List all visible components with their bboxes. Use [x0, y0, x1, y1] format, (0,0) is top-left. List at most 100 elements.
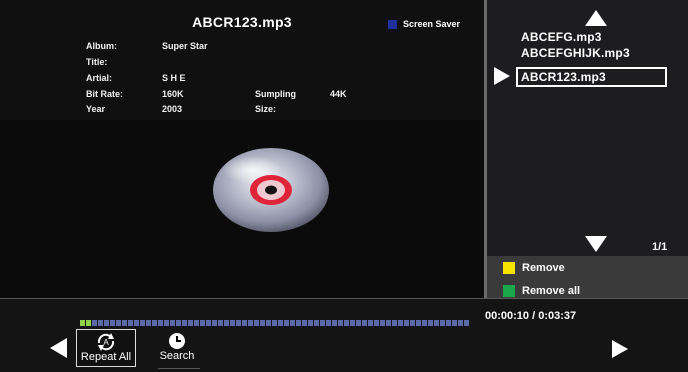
size-label: Size:	[255, 104, 277, 114]
previous-icon[interactable]	[50, 338, 67, 358]
remove-label: Remove	[522, 262, 565, 274]
progress-segment	[218, 320, 223, 326]
progress-segment	[248, 320, 253, 326]
year-value: 2003	[162, 104, 183, 114]
progress-segment	[290, 320, 295, 326]
progress-segment	[392, 320, 397, 326]
progress-segment	[428, 320, 433, 326]
remove-all-label: Remove all	[522, 285, 581, 297]
progress-segment	[446, 320, 451, 326]
progress-segment-filled	[80, 320, 85, 326]
progress-segment	[404, 320, 409, 326]
selected-item-label: ABCR123.mp3	[521, 70, 606, 84]
progress-track	[80, 320, 469, 326]
repeat-icon: A	[77, 333, 135, 351]
progress-segment	[284, 320, 289, 326]
progress-segment	[434, 320, 439, 326]
progress-segment	[212, 320, 217, 326]
progress-segment-filled	[86, 320, 91, 326]
progress-segment	[146, 320, 151, 326]
progress-segment	[410, 320, 415, 326]
playlist-item-selected[interactable]: ABCR123.mp3	[516, 67, 667, 87]
time-display: 00:00:10 / 0:03:37	[485, 310, 577, 322]
search-button[interactable]: Search	[154, 329, 200, 367]
progress-segment	[236, 320, 241, 326]
repeat-icon-letter: A	[103, 338, 109, 347]
progress-segment	[182, 320, 187, 326]
progress-segment	[272, 320, 277, 326]
progress-segment	[440, 320, 445, 326]
progress-bar[interactable]	[80, 313, 470, 326]
progress-segment	[332, 320, 337, 326]
progress-segment	[224, 320, 229, 326]
artist-label: Artial:	[86, 73, 113, 83]
progress-segment	[362, 320, 367, 326]
progress-segment	[188, 320, 193, 326]
progress-segment	[206, 320, 211, 326]
disc-icon	[212, 144, 330, 234]
repeat-all-label: Repeat All	[80, 351, 132, 363]
title-label: Title:	[86, 57, 108, 67]
sampling-value: 44K	[330, 89, 347, 99]
progress-segment	[140, 320, 145, 326]
bitrate-value: 160K	[162, 89, 184, 99]
clock-icon	[154, 332, 200, 350]
progress-segment	[170, 320, 175, 326]
progress-segment	[422, 320, 427, 326]
remove-button[interactable]: Remove	[503, 262, 565, 274]
selection-arrow-icon	[494, 67, 510, 85]
screen-saver-label: Screen Saver	[403, 19, 461, 29]
progress-segment	[350, 320, 355, 326]
scroll-down-icon[interactable]	[585, 236, 607, 252]
repeat-all-button[interactable]: A Repeat All	[76, 329, 136, 367]
progress-segment	[230, 320, 235, 326]
progress-segment	[266, 320, 271, 326]
progress-segment	[176, 320, 181, 326]
progress-segment	[278, 320, 283, 326]
control-bar-divider	[0, 298, 688, 299]
panel-divider	[484, 0, 487, 298]
progress-segment	[464, 320, 469, 326]
progress-segment	[368, 320, 373, 326]
progress-segment	[92, 320, 97, 326]
progress-segment	[380, 320, 385, 326]
progress-segment	[98, 320, 103, 326]
progress-segment	[110, 320, 115, 326]
progress-segment	[128, 320, 133, 326]
progress-segment	[356, 320, 361, 326]
remove-all-button[interactable]: Remove all	[503, 285, 580, 297]
progress-segment	[260, 320, 265, 326]
progress-segment	[416, 320, 421, 326]
page-indicator: 1/1	[652, 241, 668, 253]
progress-segment	[302, 320, 307, 326]
progress-segment	[104, 320, 109, 326]
progress-segment	[308, 320, 313, 326]
scroll-up-icon[interactable]	[585, 10, 607, 26]
progress-segment	[296, 320, 301, 326]
progress-segment	[164, 320, 169, 326]
yellow-key-icon	[503, 262, 515, 274]
year-label: Year	[86, 104, 106, 114]
progress-segment	[326, 320, 331, 326]
playlist-item[interactable]: ABCEFGHIJK.mp3	[521, 46, 630, 60]
progress-segment	[122, 320, 127, 326]
screen-saver-option[interactable]: Screen Saver	[388, 19, 460, 29]
progress-segment	[200, 320, 205, 326]
album-label: Album:	[86, 41, 117, 51]
progress-segment	[254, 320, 259, 326]
green-key-icon	[503, 285, 515, 297]
screen-saver-color-key	[388, 19, 397, 29]
progress-segment	[398, 320, 403, 326]
progress-segment	[242, 320, 247, 326]
progress-segment	[194, 320, 199, 326]
playlist-item[interactable]: ABCEFG.mp3	[521, 30, 602, 44]
sampling-label: Sumpling	[255, 89, 296, 99]
progress-segment	[386, 320, 391, 326]
search-underline	[158, 368, 200, 369]
progress-segment	[158, 320, 163, 326]
progress-segment	[116, 320, 121, 326]
next-icon[interactable]	[612, 340, 628, 358]
bitrate-label: Bit Rate:	[86, 89, 124, 99]
progress-segment	[374, 320, 379, 326]
album-value: Super Star	[162, 41, 208, 51]
